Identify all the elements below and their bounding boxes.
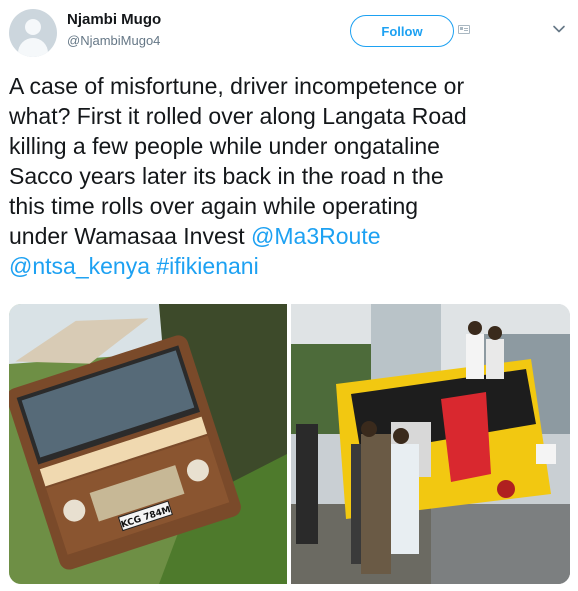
tweet-photo-right[interactable]: [291, 304, 570, 584]
tweet-text-line: this time rolls over again while operati…: [9, 193, 419, 219]
tweet-text-line: under Wamasaa Invest: [9, 223, 245, 249]
overturned-bus-photo: [291, 304, 570, 584]
avatar-head-shape: [25, 19, 41, 35]
tweet-text-line: A case of misfortune, driver incompetenc…: [9, 73, 465, 99]
avatar-body-shape: [18, 38, 48, 57]
chevron-down-icon[interactable]: [552, 22, 566, 36]
tweet-text-line: Sacco years later its back in the road n…: [9, 163, 444, 189]
tweet-text-line: killing a few people while under ongatal…: [9, 133, 440, 159]
bus-crash-photo: KCG 784M: [9, 304, 287, 584]
author-handle[interactable]: @NjambiMugo4: [67, 33, 160, 48]
avatar[interactable]: [9, 9, 57, 57]
hashtag-link[interactable]: #ifikienani: [156, 253, 258, 279]
tweet-text-line: what? First it rolled over along Langata…: [9, 103, 467, 129]
mention-link[interactable]: @ntsa_kenya: [9, 253, 150, 279]
tweet-photo-left[interactable]: KCG 784M: [9, 304, 287, 584]
mention-link[interactable]: @Ma3Route: [251, 223, 380, 249]
tweet-text: A case of misfortune, driver incompetenc…: [9, 71, 571, 281]
media-card-icon: [458, 25, 470, 34]
follow-button[interactable]: Follow: [350, 15, 454, 47]
author-name[interactable]: Njambi Mugo: [67, 11, 161, 28]
